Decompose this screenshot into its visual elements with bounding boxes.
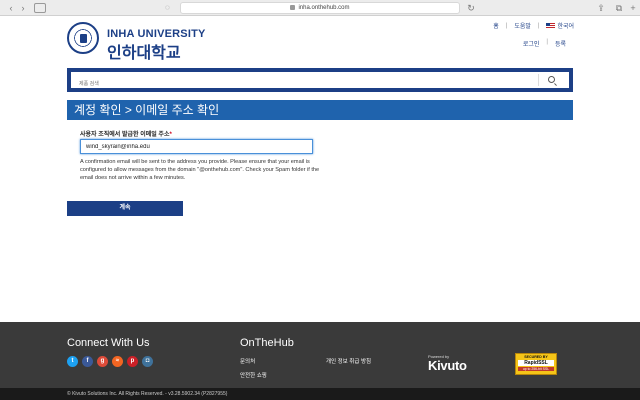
home-link[interactable]: 홈	[493, 21, 499, 30]
social-links: t f g ≈ p ◘	[67, 356, 153, 367]
help-link[interactable]: 도움말	[514, 21, 531, 30]
flag-icon	[546, 23, 556, 30]
privacy-policy-link[interactable]: 개인 정보 취급 방침	[326, 357, 371, 365]
search-input[interactable]	[71, 76, 531, 92]
search-divider	[538, 74, 539, 86]
ssl-strength-text: up to 256-bit SSL	[518, 367, 554, 371]
instagram-icon[interactable]: ◘	[142, 356, 153, 367]
page-title: 계정 확인 > 이메일 주소 확인	[67, 100, 573, 120]
search-icon[interactable]	[548, 76, 555, 83]
login-link[interactable]: 로그인	[523, 39, 540, 48]
tabs-icon[interactable]: ⧉	[614, 3, 624, 13]
email-field[interactable]	[80, 139, 313, 154]
ssl-secured-text: SECURED BY	[524, 355, 548, 359]
facebook-icon[interactable]: f	[82, 356, 93, 367]
browser-toolbar: ‹ › ◌ inha.onthehub.com ↻ ⇪ ⧉ +	[0, 0, 640, 16]
university-seal-icon[interactable]	[67, 22, 99, 54]
email-label-text: 사용자 조직에서 발급한 이메일 주소	[80, 132, 170, 138]
ssl-brand-text: RapidSSL	[518, 360, 554, 366]
account-links: 로그인 | 등록	[522, 39, 566, 48]
twitter-icon[interactable]: t	[67, 356, 78, 367]
pinterest-icon[interactable]: p	[127, 356, 138, 367]
contact-link[interactable]: 문의처	[240, 357, 255, 365]
url-text: inha.onthehub.com	[298, 5, 350, 11]
kivuto-logo[interactable]: Kivuto	[428, 358, 467, 373]
required-mark: *	[169, 132, 172, 138]
help-text: A confirmation email will be sent to the…	[80, 159, 320, 181]
copyright: © Kivuto Solutions Inc. All Rights Reser…	[0, 388, 640, 400]
search-bar	[67, 68, 573, 92]
continue-button[interactable]: 계속	[67, 201, 183, 216]
googleplus-icon[interactable]: g	[97, 356, 108, 367]
sidebar-icon[interactable]	[34, 3, 46, 13]
address-bar[interactable]: inha.onthehub.com	[180, 2, 460, 14]
shield-icon[interactable]: ◌	[165, 3, 177, 13]
search-field-wrapper	[71, 72, 569, 92]
rapidssl-badge[interactable]: SECURED BY RapidSSL up to 256-bit SSL	[515, 353, 557, 375]
logo-korean-name[interactable]: 인하대학교	[107, 39, 181, 63]
email-label: 사용자 조직에서 발급한 이메일 주소*	[80, 129, 172, 138]
connect-heading: Connect With Us	[67, 337, 150, 349]
back-icon[interactable]: ‹	[6, 3, 16, 13]
reload-icon[interactable]: ↻	[466, 3, 476, 13]
rss-icon[interactable]: ≈	[112, 356, 123, 367]
lock-icon	[290, 4, 296, 10]
language-selector[interactable]: 한국어	[546, 21, 574, 30]
onthehub-heading: OnTheHub	[240, 337, 294, 349]
forward-icon[interactable]: ›	[18, 3, 28, 13]
new-tab-icon[interactable]: +	[628, 3, 638, 13]
language-label: 한국어	[557, 24, 574, 30]
share-icon[interactable]: ⇪	[596, 3, 606, 13]
secure-shopping-link[interactable]: 안전한 쇼핑	[240, 371, 267, 379]
register-link[interactable]: 등록	[555, 39, 566, 48]
top-links: 홈 | 도움말 | 한국어	[493, 21, 574, 31]
